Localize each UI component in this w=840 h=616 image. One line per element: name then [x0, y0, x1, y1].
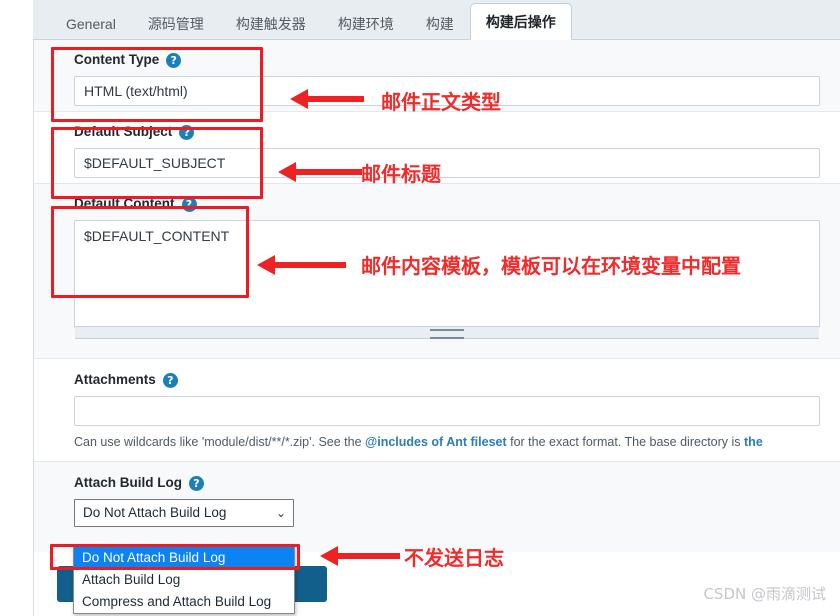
content-type-input[interactable]: HTML (text/html)	[74, 76, 820, 106]
attach-build-log-selected-value: Do Not Attach Build Log	[83, 505, 227, 520]
attachments-label: Attachments	[74, 372, 156, 387]
help-icon[interactable]: ?	[162, 372, 178, 388]
tab-build[interactable]: 构建	[410, 6, 470, 40]
chevron-down-icon: ⌄	[275, 506, 286, 520]
tab-source-management[interactable]: 源码管理	[132, 6, 220, 40]
attach-build-log-dropdown-list[interactable]: Do Not Attach Build Log Attach Build Log…	[73, 546, 295, 614]
tab-post-build-actions[interactable]: 构建后操作	[469, 3, 572, 40]
dropdown-option-do-not-attach[interactable]: Do Not Attach Build Log	[74, 547, 294, 569]
tab-general[interactable]: General	[50, 6, 132, 40]
attachments-input[interactable]	[74, 396, 820, 426]
help-text-prefix: Can use wildcards like 'module/dist/**/*…	[74, 435, 366, 449]
row-default-content: Default Content ? $DEFAULT_CONTENT	[34, 184, 840, 359]
config-tab-bar: General 源码管理 构建触发器 构建环境 构建 构建后操作	[33, 0, 840, 40]
default-subject-label: Default Subject	[74, 124, 173, 139]
attach-build-log-label: Attach Build Log	[74, 475, 182, 490]
dropdown-option-attach[interactable]: Attach Build Log	[74, 569, 294, 591]
help-icon[interactable]: ?	[179, 124, 195, 140]
tab-build-triggers[interactable]: 构建触发器	[220, 6, 322, 40]
base-directory-link[interactable]: the	[744, 435, 763, 449]
tab-build-environment[interactable]: 构建环境	[322, 6, 410, 40]
dropdown-option-compress-and-attach[interactable]: Compress and Attach Build Log	[74, 591, 294, 613]
default-content-label-group: Default Content ?	[74, 195, 840, 213]
config-form-body: Content Type ? HTML (text/html) Default …	[33, 40, 840, 616]
row-attach-build-log: Attach Build Log ? Do Not Attach Build L…	[34, 462, 840, 552]
default-content-label: Default Content	[74, 196, 175, 211]
jenkins-config-page: General 源码管理 构建触发器 构建环境 构建 构建后操作 Content…	[0, 0, 840, 616]
attach-build-log-label-group: Attach Build Log ?	[74, 474, 840, 492]
default-content-textarea[interactable]: $DEFAULT_CONTENT	[74, 220, 820, 339]
help-icon[interactable]: ?	[181, 196, 197, 212]
watermark: CSDN @雨滴测试	[703, 585, 826, 603]
row-attachments: Attachments ? Can use wildcards like 'mo…	[34, 359, 840, 462]
help-icon[interactable]: ?	[189, 475, 204, 491]
scrollbar-grip[interactable]	[430, 329, 464, 339]
attachments-label-group: Attachments ?	[74, 371, 840, 389]
attach-build-log-select[interactable]: Do Not Attach Build Log ⌄	[74, 499, 294, 527]
row-default-subject: Default Subject ? $DEFAULT_SUBJECT	[34, 112, 840, 184]
default-subject-input[interactable]: $DEFAULT_SUBJECT	[74, 148, 820, 178]
content-type-label: Content Type	[74, 52, 160, 67]
help-text-middle: for the exact format. The base directory…	[506, 435, 745, 449]
default-subject-label-group: Default Subject ?	[74, 123, 840, 141]
attachments-help-text: Can use wildcards like 'module/dist/**/*…	[74, 434, 840, 451]
help-icon[interactable]: ?	[166, 52, 182, 68]
content-type-label-group: Content Type ?	[74, 51, 840, 69]
row-content-type: Content Type ? HTML (text/html)	[34, 40, 840, 112]
ant-fileset-link[interactable]: @includes of Ant fileset	[365, 435, 507, 449]
default-content-value: $DEFAULT_CONTENT	[84, 228, 230, 244]
textarea-horizontal-scrollbar[interactable]	[75, 326, 819, 339]
